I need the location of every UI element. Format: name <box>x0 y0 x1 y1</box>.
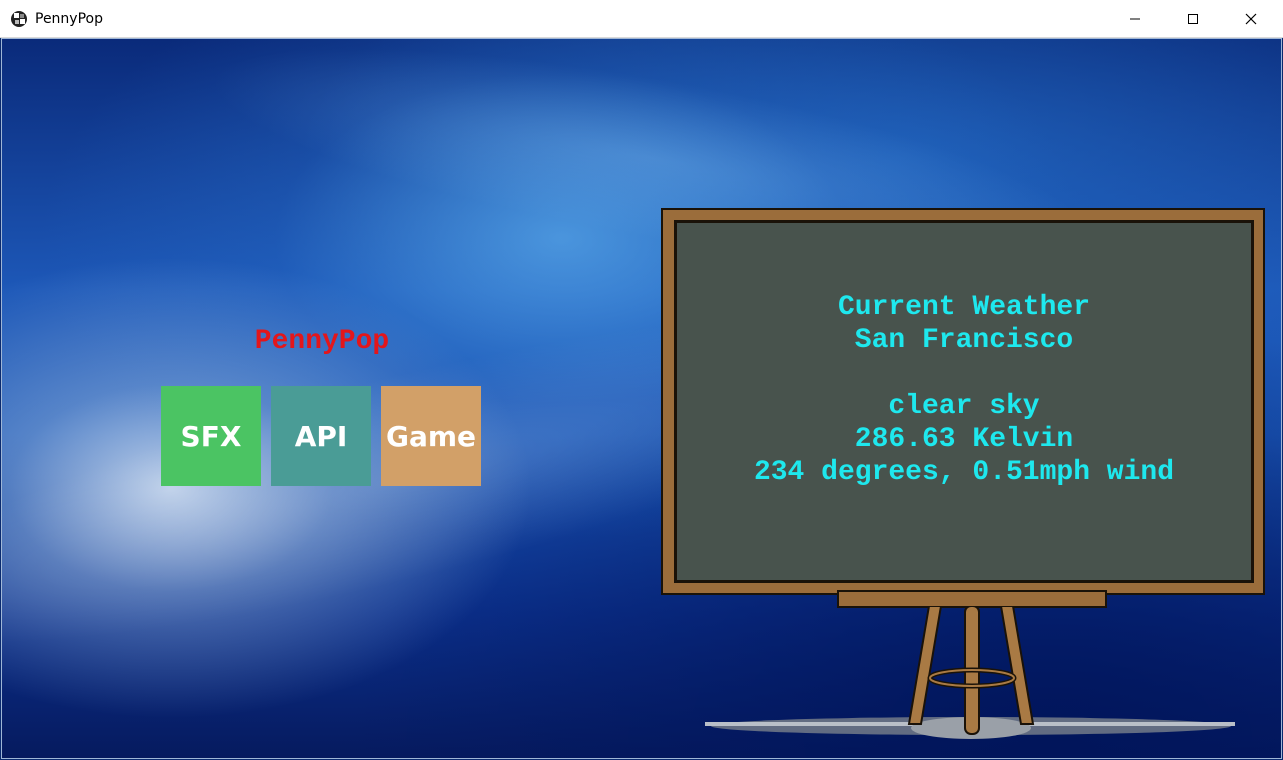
minimize-icon <box>1130 18 1140 20</box>
api-button[interactable]: API <box>271 386 371 486</box>
weather-heading: Current Weather <box>837 292 1091 323</box>
sfx-button[interactable]: SFX <box>161 386 261 486</box>
app-icon <box>10 10 28 28</box>
brand-title: PennyPop <box>254 326 390 357</box>
window-title: PennyPop <box>35 11 103 27</box>
maximize-button[interactable] <box>1164 0 1222 38</box>
easel-stand <box>705 606 1235 739</box>
weather-spacer <box>674 357 1254 390</box>
weather-wind: 234 degrees, 0.51mph wind <box>753 457 1175 488</box>
app-canvas: PennyPop SFX API Game Current Weather Sa… <box>1 38 1282 759</box>
weather-city: San Francisco <box>854 325 1074 356</box>
close-button[interactable] <box>1222 0 1280 38</box>
window-titlebar[interactable]: PennyPop <box>0 0 1283 38</box>
game-button[interactable]: Game <box>381 386 481 486</box>
close-icon <box>1245 13 1257 25</box>
maximize-icon <box>1188 14 1198 24</box>
weather-panel: Current Weather San Francisco clear sky … <box>674 291 1254 489</box>
weather-temperature: 286.63 Kelvin <box>854 424 1074 455</box>
minimize-button[interactable] <box>1106 0 1164 38</box>
weather-condition: clear sky <box>888 391 1040 422</box>
